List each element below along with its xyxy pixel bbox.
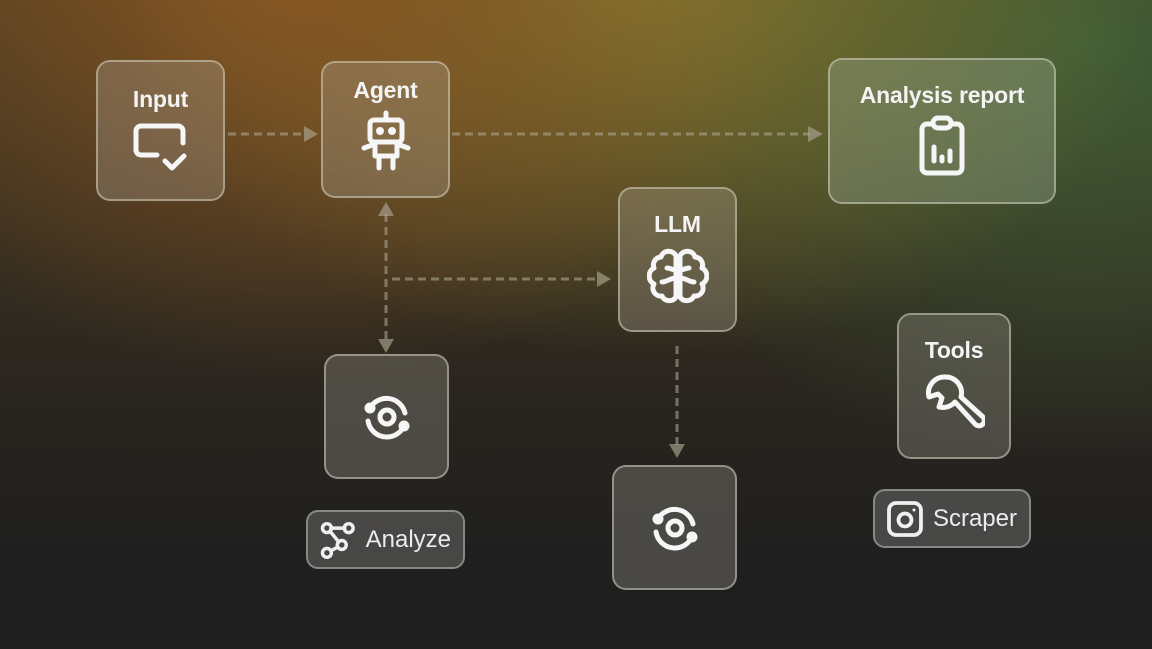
node-agent-label: Agent (353, 77, 418, 103)
input-check-icon (133, 123, 186, 171)
arrowhead-process-bottom (669, 444, 685, 458)
tag-analyze[interactable]: Analyze (306, 510, 465, 569)
wrench-icon (926, 374, 985, 428)
node-tools-label: Tools (924, 336, 984, 363)
nodes-graph-icon (320, 521, 355, 559)
sync-orbit-icon (652, 506, 697, 550)
tag-analyze-label: Analyze (365, 525, 451, 553)
node-tools[interactable]: Tools (897, 313, 1011, 459)
brain-icon (646, 248, 709, 304)
arrowhead-agent-up (378, 202, 394, 216)
node-input[interactable]: Input (96, 60, 225, 201)
instagram-icon (887, 500, 923, 537)
tag-scraper[interactable]: Scraper (873, 489, 1031, 548)
arrowhead-agent (304, 126, 318, 142)
node-process-bottom[interactable] (612, 465, 737, 590)
arrowhead-report (808, 126, 823, 142)
clipboard-chart-icon (919, 115, 965, 176)
node-analysis-report[interactable]: Analysis report (828, 58, 1056, 204)
sync-orbit-icon (364, 395, 409, 439)
tag-scraper-label: Scraper (932, 504, 1017, 532)
node-process-left[interactable] (324, 354, 449, 479)
node-input-label: Input (132, 86, 189, 112)
node-llm[interactable]: LLM (618, 187, 737, 332)
node-agent[interactable]: Agent (321, 61, 450, 198)
robot-icon (361, 110, 410, 171)
node-llm-label: LLM (654, 211, 701, 237)
arrowhead-process-down (378, 339, 394, 353)
arrowhead-llm (597, 271, 611, 287)
node-report-label: Analysis report (859, 82, 1025, 108)
